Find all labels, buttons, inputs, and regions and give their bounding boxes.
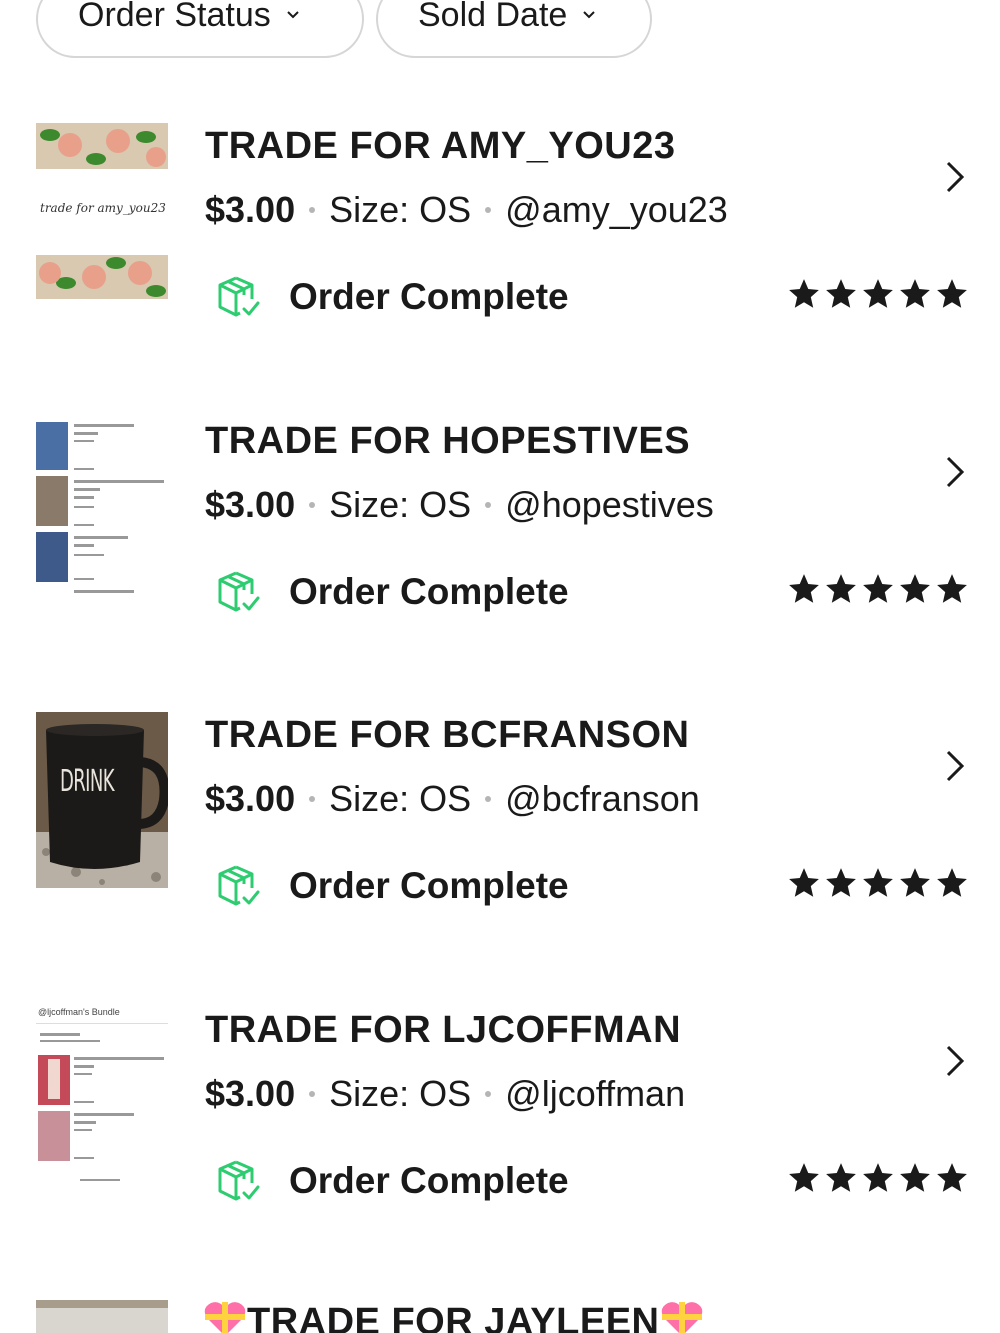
order-thumbnail: trade for amy_you23 <box>36 123 168 299</box>
star-icon <box>826 279 856 308</box>
separator-dot <box>485 1091 492 1097</box>
rating-stars <box>787 866 969 900</box>
star-icon <box>937 279 967 308</box>
order-thumbnail: DRINK <box>36 712 168 888</box>
order-price: $3.00 <box>205 189 296 230</box>
star-icon <box>789 279 819 308</box>
chevron-right-icon[interactable] <box>940 746 968 786</box>
order-size: Size: OS <box>329 189 472 230</box>
order-row[interactable]: TRADE FOR JAYLEEN <box>0 1300 1000 1333</box>
rating-stars <box>787 1161 969 1195</box>
order-status: Order Complete <box>214 862 569 910</box>
chevron-right-icon[interactable] <box>940 452 968 492</box>
star-icon <box>863 1163 893 1192</box>
separator-dot <box>485 502 492 508</box>
chevron-down-icon <box>287 11 299 19</box>
star-icon <box>826 574 856 603</box>
order-size: Size: OS <box>329 484 472 525</box>
separator-dot <box>309 796 316 802</box>
filter-bar: Order Status Sold Date <box>36 0 652 58</box>
chevron-right-icon[interactable] <box>940 1041 968 1081</box>
separator-dot <box>309 207 316 213</box>
star-icon <box>900 279 930 308</box>
sold-date-filter[interactable]: Sold Date <box>376 0 652 58</box>
order-thumbnail: @ljcoffman's Bundle <box>36 1007 168 1183</box>
order-title: TRADE FOR BCFRANSON <box>205 714 690 756</box>
order-row[interactable]: TRADE FOR HOPESTIVES $3.00 Size: OS @hop… <box>0 418 1000 658</box>
thumbnail-caption: @ljcoffman's Bundle <box>38 1007 120 1017</box>
star-icon <box>900 868 930 897</box>
package-check-icon <box>218 276 260 317</box>
star-icon <box>900 574 930 603</box>
order-buyer: @ljcoffman <box>505 1073 686 1114</box>
status-label: Order Complete <box>289 865 569 906</box>
order-size: Size: OS <box>329 1073 472 1114</box>
star-icon <box>789 1163 819 1192</box>
order-meta: $3.00 Size: OS @bcfranson <box>205 778 700 820</box>
separator-dot <box>485 207 492 213</box>
order-title: TRADE FOR HOPESTIVES <box>205 420 691 462</box>
thumbnail-caption: trade for amy_you23 <box>40 201 166 215</box>
order-buyer: @amy_you23 <box>505 189 728 230</box>
separator-dot <box>309 502 316 508</box>
status-label: Order Complete <box>289 1160 569 1201</box>
chevron-down-icon <box>583 11 596 19</box>
chevron-right-icon[interactable] <box>940 157 968 197</box>
separator-dot <box>309 1091 316 1097</box>
star-icon <box>937 868 967 897</box>
order-meta: $3.00 Size: OS @amy_you23 <box>205 189 728 231</box>
star-icon <box>937 1163 967 1192</box>
star-icon <box>900 1163 930 1192</box>
order-price: $3.00 <box>205 778 296 819</box>
order-status-label: Order Status <box>78 0 271 34</box>
status-label: Order Complete <box>289 571 569 612</box>
order-title: TRADE FOR LJCOFFMAN <box>205 1009 682 1051</box>
order-price: $3.00 <box>205 484 296 525</box>
star-icon <box>789 868 819 897</box>
order-status: Order Complete <box>214 568 569 616</box>
order-buyer: @bcfranson <box>505 778 700 819</box>
order-row[interactable]: DRINK TRADE FOR BCFRANSON $3.00 Size: OS… <box>0 712 1000 952</box>
order-title: TRADE FOR JAYLEEN <box>203 1300 704 1333</box>
order-status-filter[interactable]: Order Status <box>36 0 364 58</box>
thumbnail-caption: DRINK <box>60 764 115 799</box>
order-thumbnail <box>36 418 168 594</box>
star-icon <box>863 574 893 603</box>
star-icon <box>826 1163 856 1192</box>
order-meta: $3.00 Size: OS @hopestives <box>205 484 714 526</box>
order-status: Order Complete <box>214 1157 569 1205</box>
order-status: Order Complete <box>214 273 569 321</box>
order-thumbnail <box>36 1300 168 1333</box>
order-size: Size: OS <box>329 778 472 819</box>
order-title: TRADE FOR AMY_YOU23 <box>205 125 676 167</box>
gift-heart-icon <box>204 1302 246 1333</box>
sold-date-label: Sold Date <box>418 0 568 34</box>
order-row[interactable]: @ljcoffman's Bundle TRADE FOR LJCOFFMAN … <box>0 1007 1000 1247</box>
status-label: Order Complete <box>289 276 569 317</box>
rating-stars <box>787 277 969 311</box>
order-buyer: @hopestives <box>505 484 714 525</box>
package-check-icon <box>218 571 260 612</box>
star-icon <box>937 574 967 603</box>
package-check-icon <box>218 865 260 906</box>
star-icon <box>863 868 893 897</box>
gift-heart-icon <box>661 1302 702 1333</box>
package-check-icon <box>218 1160 260 1201</box>
star-icon <box>789 574 819 603</box>
rating-stars <box>787 572 969 606</box>
star-icon <box>863 279 893 308</box>
order-price: $3.00 <box>205 1073 296 1114</box>
star-icon <box>826 868 856 897</box>
order-meta: $3.00 Size: OS @ljcoffman <box>205 1073 685 1115</box>
order-row[interactable]: trade for amy_you23 TRADE FOR AMY_YOU23 … <box>0 123 1000 363</box>
order-title-text: TRADE FOR JAYLEEN <box>247 1301 660 1333</box>
separator-dot <box>485 796 492 802</box>
